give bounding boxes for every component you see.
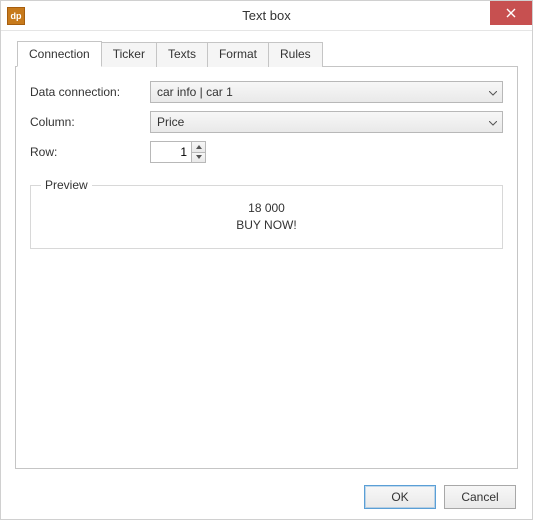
- select-column-value: Price: [150, 111, 503, 133]
- tab-texts[interactable]: Texts: [156, 42, 208, 67]
- spinner-up-button[interactable]: [192, 142, 205, 153]
- label-row: Row:: [30, 145, 150, 159]
- spinner-down-button[interactable]: [192, 153, 205, 163]
- ok-button[interactable]: OK: [364, 485, 436, 509]
- select-data-connection[interactable]: car info | car 1: [150, 81, 503, 103]
- select-data-connection-value: car info | car 1: [150, 81, 503, 103]
- tab-strip: Connection Ticker Texts Format Rules: [17, 42, 518, 67]
- window-title: Text box: [1, 8, 532, 23]
- row-row: Row:: [30, 141, 503, 163]
- preview-text: 18 000 BUY NOW!: [39, 200, 494, 234]
- tab-connection[interactable]: Connection: [17, 41, 102, 67]
- spinner-buttons: [192, 141, 206, 163]
- dialog-content: Connection Ticker Texts Format Rules Dat…: [1, 31, 532, 479]
- input-row[interactable]: [150, 141, 192, 163]
- titlebar: dp Text box: [1, 1, 532, 31]
- fieldset-preview: Preview 18 000 BUY NOW!: [30, 185, 503, 249]
- tab-rules[interactable]: Rules: [268, 42, 323, 67]
- app-icon: dp: [7, 7, 25, 25]
- spinner-row: [150, 141, 206, 163]
- row-column: Column: Price: [30, 111, 503, 133]
- caret-up-icon: [196, 145, 202, 149]
- caret-down-icon: [196, 155, 202, 159]
- legend-preview: Preview: [41, 178, 92, 192]
- close-icon: [506, 8, 516, 18]
- dialog-button-row: OK Cancel: [1, 479, 532, 519]
- tab-format[interactable]: Format: [207, 42, 269, 67]
- tab-panel-connection: Data connection: car info | car 1 Column…: [15, 66, 518, 469]
- tab-ticker[interactable]: Ticker: [101, 42, 157, 67]
- select-column[interactable]: Price: [150, 111, 503, 133]
- row-data-connection: Data connection: car info | car 1: [30, 81, 503, 103]
- close-button[interactable]: [490, 1, 532, 25]
- label-data-connection: Data connection:: [30, 85, 150, 99]
- label-column: Column:: [30, 115, 150, 129]
- cancel-button[interactable]: Cancel: [444, 485, 516, 509]
